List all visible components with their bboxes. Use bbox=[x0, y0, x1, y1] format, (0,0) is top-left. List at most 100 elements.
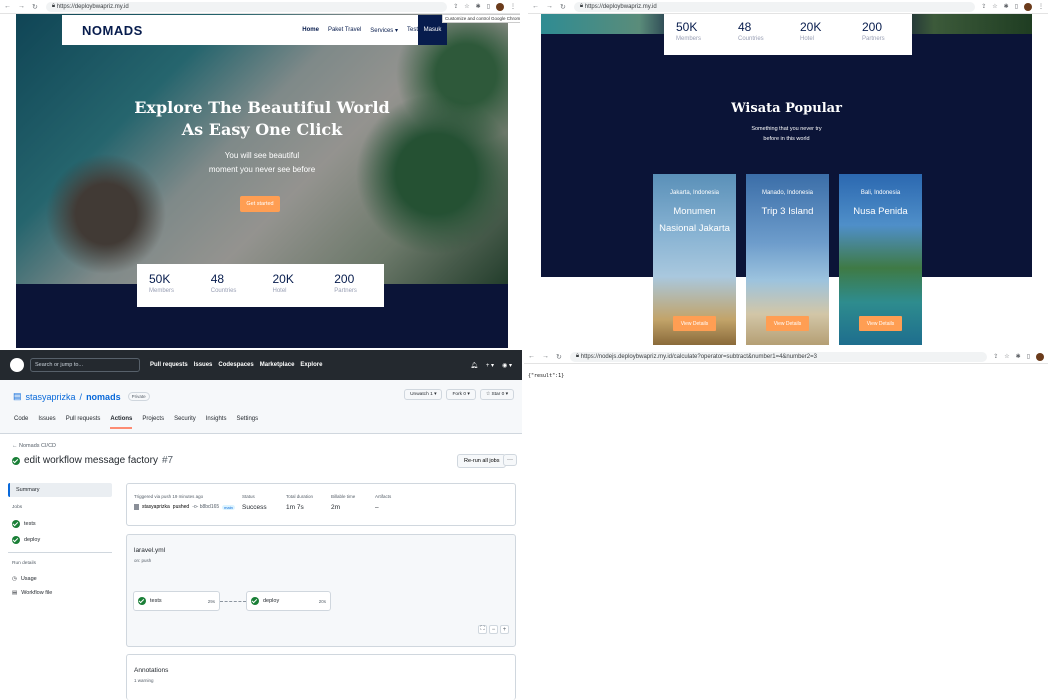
menu-icon[interactable]: ⋮ bbox=[510, 3, 516, 10]
reload-icon[interactable]: ↻ bbox=[556, 353, 562, 361]
job-node-tests[interactable]: tests 29s bbox=[133, 591, 220, 611]
destination-card-bali[interactable]: Bali, Indonesia Nusa Penida View Details bbox=[839, 174, 922, 345]
nav-pull-requests[interactable]: Pull requests bbox=[150, 362, 188, 368]
fullscreen-icon[interactable]: ⛶ bbox=[478, 625, 487, 634]
api-response-window: ← → ↻ 🔒︎ https://nodejs.deploybwapriz.my.i… bbox=[524, 350, 1048, 700]
workflow-file-label: Workflow file bbox=[21, 590, 53, 596]
sidebar-item-workflow-file[interactable]: ▤ Workflow file bbox=[8, 586, 112, 600]
sidebar-item-usage[interactable]: ◷ Usage bbox=[8, 572, 112, 586]
commit-sha[interactable]: -o- b8bd165 bbox=[192, 504, 219, 510]
sidebar-icon[interactable]: ▯ bbox=[487, 3, 490, 10]
card-title: Monumen Nasional Jakarta bbox=[659, 206, 730, 234]
repo-header: ▤ stasyaprizka / nomads Private Unwatch 1 … bbox=[0, 380, 522, 434]
stat-members: 50K Members bbox=[137, 272, 199, 307]
trigger-text: Triggered via push 19 minutes ago bbox=[134, 494, 204, 499]
address-bar[interactable]: 🔒︎ https://nodejs.deploybwapriz.my.id/ca… bbox=[569, 351, 988, 362]
tab-pull-requests[interactable]: Pull requests bbox=[66, 416, 101, 429]
search-input[interactable]: Search or jump to... bbox=[30, 358, 140, 372]
unwatch-button[interactable]: Unwatch 1 ▾ bbox=[404, 389, 443, 400]
menu-icon[interactable]: ⋮ bbox=[1038, 3, 1044, 10]
profile-avatar[interactable] bbox=[1024, 2, 1032, 11]
forward-icon[interactable]: → bbox=[18, 3, 25, 11]
extensions-icon[interactable]: ✱ bbox=[1004, 3, 1009, 10]
status-value: Success bbox=[242, 504, 267, 511]
plus-icon[interactable]: + ▾ bbox=[486, 362, 494, 369]
stat-label: Hotel bbox=[800, 36, 815, 42]
branch-badge[interactable]: main bbox=[222, 504, 235, 510]
url-text: https://nodejs.deploybwapriz.my.id/calcu… bbox=[580, 353, 817, 360]
back-icon[interactable]: ← bbox=[532, 3, 539, 11]
sidebar-icon[interactable]: ▯ bbox=[1015, 3, 1018, 10]
profile-avatar[interactable] bbox=[1036, 352, 1044, 361]
nav-services[interactable]: Services ▾ bbox=[370, 27, 398, 34]
stat-label: Hotel bbox=[272, 288, 287, 294]
avatar[interactable]: ◉ ▾ bbox=[502, 362, 512, 369]
back-icon[interactable]: ← bbox=[4, 3, 11, 11]
share-icon[interactable]: ⇪ bbox=[993, 353, 998, 360]
nav-explore[interactable]: Explore bbox=[300, 362, 322, 368]
sidebar-job-tests[interactable]: tests bbox=[8, 516, 112, 532]
zoom-in-icon[interactable]: + bbox=[500, 625, 509, 634]
rerun-all-jobs-button[interactable]: Re-run all jobs bbox=[457, 454, 507, 468]
user-avatar bbox=[134, 504, 139, 510]
get-started-button[interactable]: Get started bbox=[240, 196, 280, 212]
sidebar-icon[interactable]: ▯ bbox=[1027, 353, 1030, 360]
stat-value: 200 bbox=[334, 272, 355, 286]
reload-icon[interactable]: ↻ bbox=[560, 3, 566, 11]
tab-settings[interactable]: Settings bbox=[236, 416, 258, 429]
nav-issues[interactable]: Issues bbox=[194, 362, 213, 368]
address-bar[interactable]: 🔒︎ https://deploybwapriz.my.id bbox=[45, 1, 448, 12]
tab-code[interactable]: Code bbox=[14, 416, 28, 429]
view-details-button[interactable]: View Details bbox=[859, 316, 902, 331]
fork-button[interactable]: Fork 0 ▾ bbox=[446, 389, 476, 400]
extensions-icon[interactable]: ✱ bbox=[1016, 353, 1021, 360]
nav-codespaces[interactable]: Codespaces bbox=[218, 362, 253, 368]
nav-home[interactable]: Home bbox=[302, 27, 319, 33]
profile-avatar[interactable] bbox=[496, 2, 504, 11]
star-icon[interactable]: ☆ bbox=[992, 3, 997, 10]
tab-projects[interactable]: Projects bbox=[142, 416, 164, 429]
back-icon[interactable]: ← bbox=[528, 353, 535, 361]
card-title: Nusa Penida bbox=[853, 206, 908, 217]
nav-paket-travel[interactable]: Paket Travel bbox=[328, 27, 361, 33]
star-button[interactable]: ☆ Star 0 ▾ bbox=[479, 389, 514, 400]
bell-icon[interactable]: 🔔︎ bbox=[470, 362, 478, 369]
destination-card-jakarta[interactable]: Jakarta, Indonesia Monumen Nasional Jaka… bbox=[653, 174, 736, 345]
extensions-icon[interactable]: ✱ bbox=[476, 3, 481, 10]
jobs-heading: Jobs bbox=[12, 505, 23, 510]
address-bar[interactable]: 🔒︎ https://deploybwapriz.my.id bbox=[573, 1, 976, 12]
star-icon[interactable]: ☆ bbox=[1004, 353, 1009, 360]
tab-security[interactable]: Security bbox=[174, 416, 196, 429]
forward-icon[interactable]: → bbox=[542, 353, 549, 361]
reload-icon[interactable]: ↻ bbox=[32, 3, 38, 11]
hero-subtitle-line-2: moment you never see before bbox=[208, 165, 316, 174]
destination-card-manado[interactable]: Manado, Indonesia Trip 3 Island View Det… bbox=[746, 174, 829, 345]
repo-owner[interactable]: stasyaprizka bbox=[26, 392, 76, 402]
tab-issues[interactable]: Issues bbox=[38, 416, 55, 429]
workflow-trigger: on: push bbox=[134, 558, 152, 563]
run-title: edit workflow message factory #7 bbox=[12, 455, 173, 466]
tab-insights[interactable]: Insights bbox=[206, 416, 227, 429]
view-details-button[interactable]: View Details bbox=[673, 316, 716, 331]
forward-icon[interactable]: → bbox=[546, 3, 553, 11]
stat-value: 50K bbox=[149, 272, 171, 286]
sidebar-item-summary[interactable]: Summary bbox=[8, 483, 112, 497]
nav-marketplace[interactable]: Marketplace bbox=[260, 362, 295, 368]
commit-user[interactable]: stasyaprizka bbox=[142, 504, 170, 510]
view-details-button[interactable]: View Details bbox=[766, 316, 809, 331]
star-icon[interactable]: ☆ bbox=[464, 3, 469, 10]
more-options-button[interactable]: ··· bbox=[503, 454, 517, 466]
tooltip: Customize and control Google Chrome bbox=[442, 14, 520, 23]
job-node-deploy[interactable]: deploy 20s bbox=[246, 591, 331, 611]
logo[interactable]: NOMADS bbox=[82, 23, 143, 38]
card-country: Jakarta, Indonesia bbox=[669, 190, 720, 196]
repo-name[interactable]: nomads bbox=[86, 392, 121, 402]
sidebar-job-deploy[interactable]: deploy bbox=[8, 532, 112, 548]
breadcrumb[interactable]: ← Nomads CI/CD bbox=[12, 443, 56, 449]
share-icon[interactable]: ⇪ bbox=[981, 3, 986, 10]
zoom-out-icon[interactable]: − bbox=[489, 625, 498, 634]
share-icon[interactable]: ⇪ bbox=[453, 3, 458, 10]
tab-actions[interactable]: Actions bbox=[110, 416, 133, 429]
usage-label: Usage bbox=[20, 576, 37, 582]
github-logo-icon[interactable] bbox=[10, 358, 24, 372]
